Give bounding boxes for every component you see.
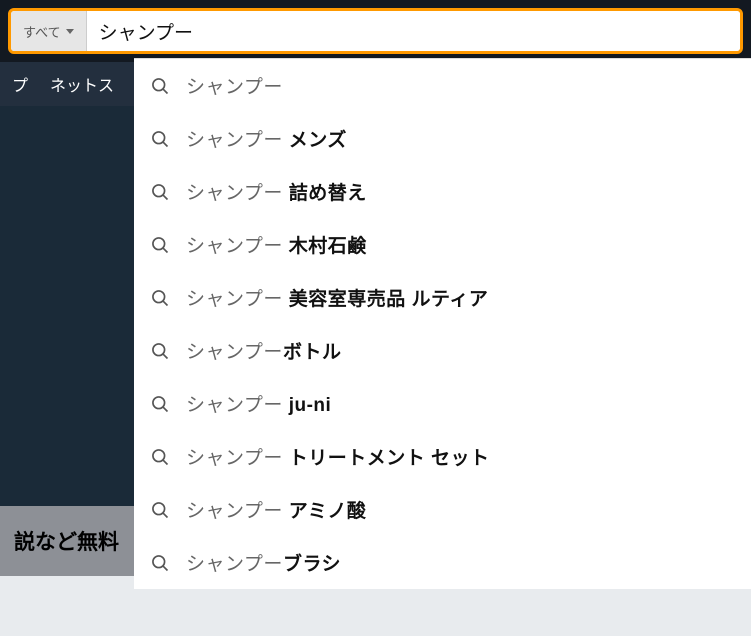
suggestion-base: シャンプー <box>186 289 289 310</box>
suggestion-text: シャンプー アミノ酸 <box>186 496 366 523</box>
suggestion-text: シャンプーボトル <box>186 337 341 364</box>
search-icon <box>150 288 170 308</box>
suggestion-item[interactable]: シャンプー メンズ <box>134 112 751 165</box>
search-icon <box>150 447 170 467</box>
search-input[interactable] <box>87 11 740 51</box>
suggestion-base: シャンプー <box>186 342 283 363</box>
suggestion-text: シャンプー 美容室専売品 ルティア <box>186 284 488 311</box>
suggestion-bold: ju-ni <box>289 395 332 416</box>
suggestion-text: シャンプー 詰め替え <box>186 178 367 205</box>
category-label: すべて <box>23 22 61 41</box>
suggestion-base: シャンプー <box>186 501 289 522</box>
search-icon <box>150 76 170 96</box>
suggestion-bold: アミノ酸 <box>289 501 367 522</box>
suggestion-base: シャンプー <box>186 395 289 416</box>
search-icon <box>150 394 170 414</box>
suggestion-bold: ブラシ <box>283 554 341 575</box>
search-icon <box>150 235 170 255</box>
suggestion-item[interactable]: シャンプー アミノ酸 <box>134 483 751 536</box>
suggestion-text: シャンプー メンズ <box>186 125 347 152</box>
suggestion-bold: 詰め替え <box>289 183 367 204</box>
suggestion-base: シャンプー <box>186 236 289 257</box>
search-icon <box>150 500 170 520</box>
nav-item-1[interactable]: プ <box>12 72 28 96</box>
suggestion-item[interactable]: シャンプー 詰め替え <box>134 165 751 218</box>
search-bar-container: すべて <box>0 0 751 62</box>
suggestion-item[interactable]: シャンプーブラシ <box>134 536 751 589</box>
suggestion-text: シャンプー <box>186 72 283 99</box>
suggestion-base: シャンプー <box>186 77 283 98</box>
search-icon <box>150 129 170 149</box>
suggestion-text: シャンプー ju-ni <box>186 390 331 417</box>
suggestion-base: シャンプー <box>186 130 289 151</box>
suggestion-text: シャンプー トリートメント セット <box>186 443 490 470</box>
chevron-down-icon <box>66 29 74 34</box>
suggestion-bold: ボトル <box>283 342 342 363</box>
suggestion-bold: トリートメント セット <box>289 448 490 469</box>
suggestion-item[interactable]: シャンプー ju-ni <box>134 377 751 430</box>
suggestion-item[interactable]: シャンプー 木村石鹸 <box>134 218 751 271</box>
search-suggestions-dropdown: シャンプーシャンプー メンズシャンプー 詰め替えシャンプー 木村石鹸シャンプー … <box>134 58 751 589</box>
search-icon <box>150 341 170 361</box>
search-icon <box>150 182 170 202</box>
suggestion-item[interactable]: シャンプー 美容室専売品 ルティア <box>134 271 751 324</box>
search-bar: すべて <box>8 8 743 54</box>
category-dropdown[interactable]: すべて <box>11 11 87 51</box>
suggestion-bold: 木村石鹸 <box>289 236 367 257</box>
promo-text: 説など無料 <box>14 526 119 556</box>
suggestion-bold: 美容室専売品 ルティア <box>289 289 489 310</box>
search-icon <box>150 553 170 573</box>
nav-item-2[interactable]: ネットス <box>50 72 114 96</box>
suggestion-item[interactable]: シャンプー <box>134 59 751 112</box>
suggestion-item[interactable]: シャンプーボトル <box>134 324 751 377</box>
suggestion-item[interactable]: シャンプー トリートメント セット <box>134 430 751 483</box>
suggestion-base: シャンプー <box>186 448 289 469</box>
suggestion-text: シャンプーブラシ <box>186 549 341 576</box>
suggestion-text: シャンプー 木村石鹸 <box>186 231 367 258</box>
suggestion-base: シャンプー <box>186 183 289 204</box>
suggestion-base: シャンプー <box>186 554 283 575</box>
suggestion-bold: メンズ <box>289 130 347 151</box>
